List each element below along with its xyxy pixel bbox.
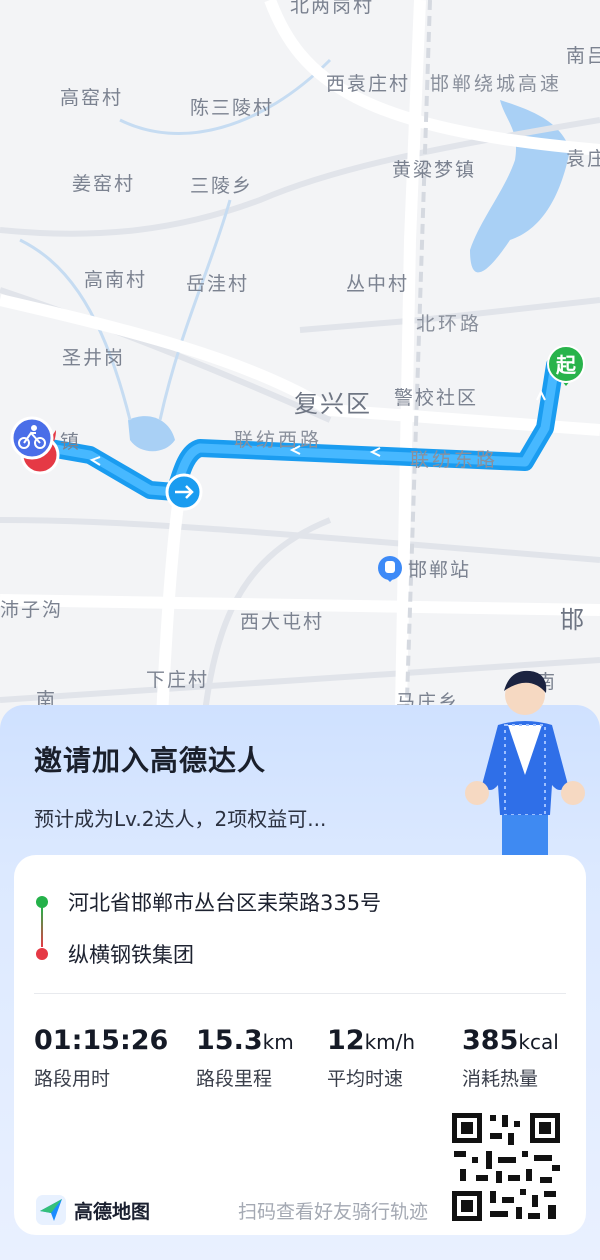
brand: 高德地图: [34, 1193, 150, 1227]
origin-row: 河北省邯郸市丛台区耒荣路335号: [36, 887, 381, 917]
destination-address: 纵横钢铁集团: [68, 943, 194, 967]
place-label: 黄粱梦镇: [392, 159, 476, 181]
stat-value: 12: [327, 1025, 365, 1056]
road-label: 邯郸绕城高速: [430, 73, 562, 95]
destination-dot: [36, 948, 48, 960]
stat-unit: kcal: [518, 1030, 559, 1054]
stat-unit: km: [262, 1030, 294, 1054]
place-label: 姜窑村: [72, 173, 135, 195]
invite-subtitle[interactable]: 预计成为Lv.2达人，2项权益可...: [34, 803, 326, 832]
place-label: 袁庄: [566, 148, 600, 170]
place-label: 西大屯村: [240, 611, 324, 633]
amap-logo-icon: [36, 1195, 66, 1225]
place-label: 三陵乡: [190, 175, 253, 197]
start-marker-label: 起: [555, 353, 577, 377]
stat-unit: km/h: [364, 1030, 416, 1054]
stat-duration: 01:15:26 路段用时: [34, 1025, 168, 1091]
district-label: 复兴区: [294, 390, 372, 418]
ride-summary-card: 河北省邯郸市丛台区耒荣路335号 纵横钢铁集团 01:15:26 路段用时 15…: [14, 855, 586, 1235]
place-label: 沛子沟: [0, 599, 63, 621]
stat-value: 15.3: [196, 1025, 263, 1056]
place-label: 镇: [60, 431, 81, 453]
place-label: 高窑村: [60, 87, 123, 109]
scan-hint: 扫码查看好友骑行轨迹: [238, 1201, 429, 1223]
stat-label: 路段里程: [196, 1068, 273, 1090]
divider: [34, 993, 566, 994]
stat-calories: 385kcal 消耗热量: [462, 1025, 559, 1091]
stat-distance: 15.3km 路段里程: [196, 1025, 294, 1091]
place-label: 圣井岗: [62, 347, 125, 369]
place-label: 高南村: [84, 269, 147, 291]
stat-label: 平均时速: [327, 1068, 404, 1090]
place-label: 丛中村: [346, 273, 409, 295]
bottom-panel: 邀请加入高德达人 预计成为Lv.2达人，2项权益可... 河北省邯郸市丛台区耒荣…: [0, 670, 600, 1260]
place-label: 邯郸站: [408, 559, 471, 581]
stat-speed: 12km/h 平均时速: [327, 1025, 415, 1091]
place-label: 下庄村: [146, 669, 209, 691]
map-view[interactable]: 北两岗村 南吕 高窑村 西袁庄村 邯郸绕城高速 陈三陵村 袁庄 姜窑村 三陵乡 …: [0, 0, 600, 760]
place-label: 陈三陵村: [190, 97, 274, 119]
road-label: 联纺西路: [234, 429, 322, 451]
place-label: 岳洼村: [186, 273, 249, 295]
invite-title[interactable]: 邀请加入高德达人: [34, 739, 266, 779]
stat-label: 消耗热量: [462, 1068, 539, 1090]
road-label: 联纺东路: [410, 449, 498, 471]
stat-value: 385: [462, 1025, 519, 1056]
road-label: 北环路: [416, 313, 482, 335]
direction-arrow-icon: [165, 473, 203, 511]
origin-address: 河北省邯郸市丛台区耒荣路335号: [68, 891, 382, 915]
place-label: 西袁庄村: [326, 73, 410, 95]
avatar-illustration: [465, 670, 585, 855]
place-label: 警校社区: [394, 387, 478, 409]
qr-code[interactable]: [446, 1107, 566, 1227]
brand-name: 高德地图: [74, 1200, 151, 1223]
stat-value: 01:15:26: [34, 1025, 169, 1056]
destination-row: 纵横钢铁集团: [36, 939, 194, 969]
city-label: 邯: [560, 606, 586, 634]
place-label: 南吕: [566, 45, 600, 67]
place-label: 北两岗村: [290, 0, 374, 17]
stat-label: 路段用时: [34, 1068, 111, 1090]
